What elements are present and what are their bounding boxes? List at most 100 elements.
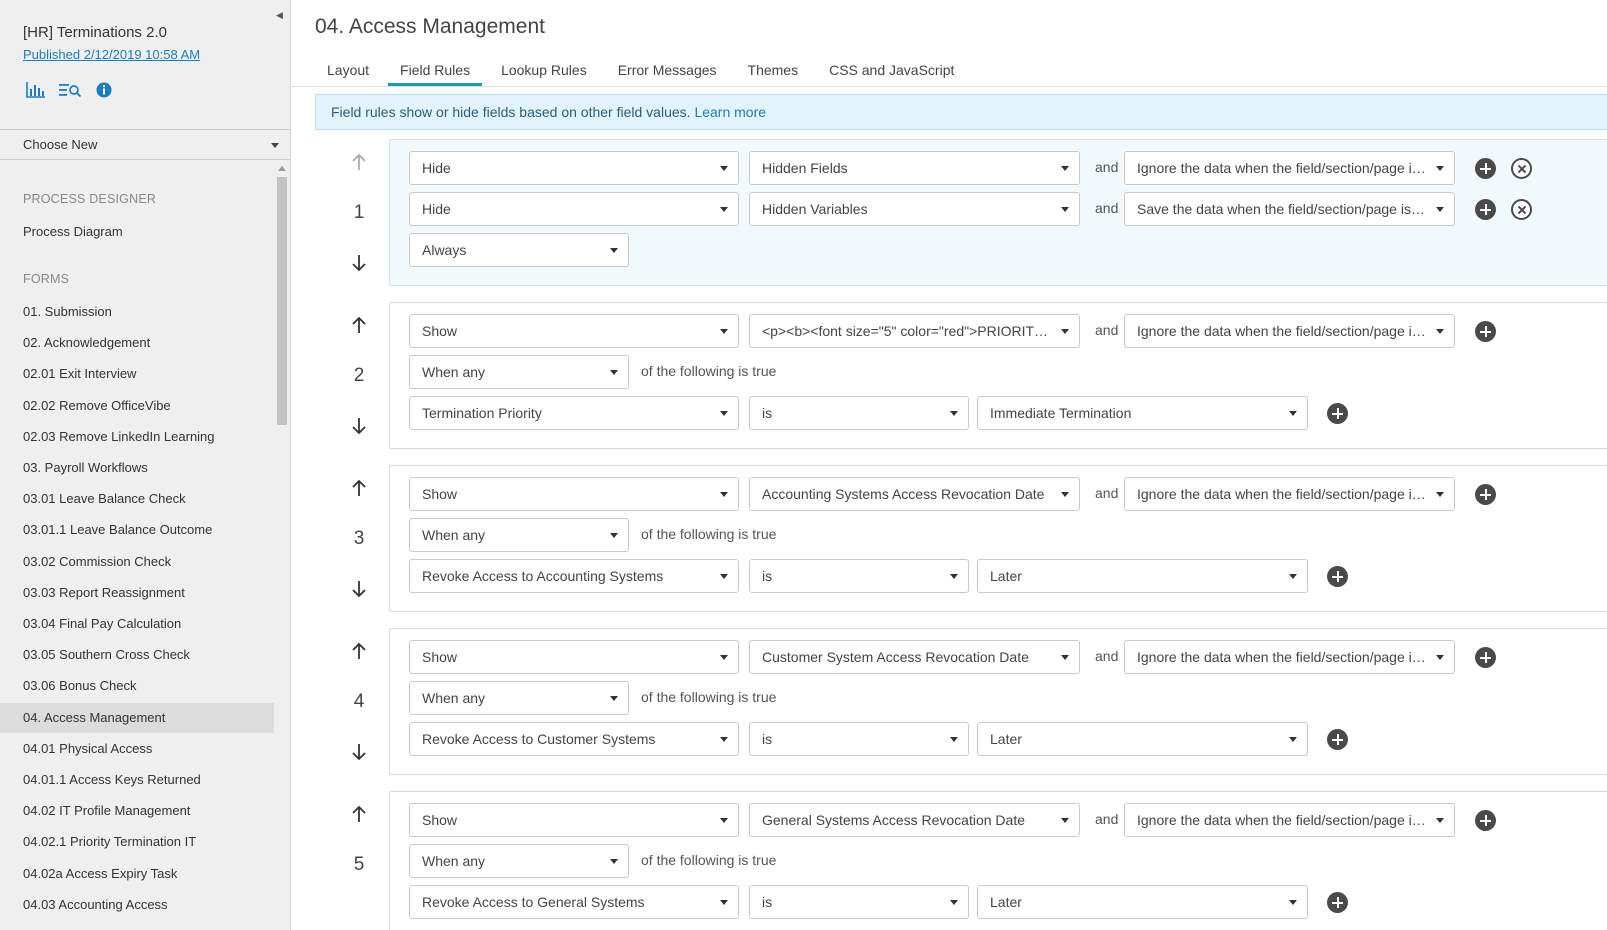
rule-data-option-select[interactable]: Ignore the data when the field/section/p… [1124,803,1455,837]
move-up-icon[interactable] [349,315,369,335]
tab-css-javascript[interactable]: CSS and JavaScript [817,58,966,86]
condition-operator-select[interactable]: is [749,885,969,919]
sidebar-item-form[interactable]: 02. Acknowledgement [0,328,274,358]
add-action-button[interactable] [1475,647,1496,668]
sidebar-item-form[interactable]: 04.02a Access Expiry Task [0,859,274,889]
condition-value-select[interactable]: Later [977,559,1308,593]
add-condition-button[interactable] [1327,403,1348,424]
rule-number: 1 [353,202,365,223]
published-link[interactable]: Published 2/12/2019 10:58 AM [23,47,200,62]
condition-operator-select[interactable]: is [749,722,969,756]
rule-action-select[interactable]: Show [409,803,739,837]
sidebar-item-form[interactable]: 03.02 Commission Check [0,547,274,577]
sidebar-scrollbar[interactable] [275,163,289,930]
sidebar-item-form[interactable]: 02.02 Remove OfficeVibe [0,391,274,421]
of-following-label: of the following is true [641,526,777,542]
rule-action-select[interactable]: Hide [409,151,739,185]
tab-layout[interactable]: Layout [315,58,381,86]
rule-data-option-select[interactable]: Ignore the data when the field/section/p… [1124,151,1455,185]
tab-themes[interactable]: Themes [736,58,811,86]
add-condition-button[interactable] [1327,566,1348,587]
scroll-up-icon[interactable] [278,166,286,171]
rule-action-select[interactable]: Hide [409,192,739,226]
sidebar-item-form[interactable]: 04.01.1 Access Keys Returned [0,765,274,795]
sidebar-item-form[interactable]: 03. Payroll Workflows [0,453,274,483]
sidebar-item-form[interactable]: 03.01.1 Leave Balance Outcome [0,515,274,545]
rule-data-option-select[interactable]: Save the data when the field/section/pag… [1124,192,1455,226]
tab-error-messages[interactable]: Error Messages [606,58,729,86]
sidebar-item-form[interactable]: 03.06 Bonus Check [0,671,274,701]
add-condition-button[interactable] [1327,729,1348,750]
sidebar-item-form[interactable]: 03.04 Final Pay Calculation [0,609,274,639]
move-down-icon[interactable] [349,253,369,273]
condition-value-select[interactable]: Later [977,722,1308,756]
rule-condition-mode-select[interactable]: When any [409,355,629,389]
rule-target-select[interactable]: Hidden Fields [749,151,1080,185]
condition-operator-select[interactable]: is [749,396,969,430]
move-down-icon[interactable] [349,416,369,436]
tab-field-rules[interactable]: Field Rules [388,58,483,86]
condition-operator-select[interactable]: is [749,559,969,593]
condition-value-select[interactable]: Immediate Termination [977,396,1308,430]
move-down-icon[interactable] [349,742,369,762]
rule-target-select[interactable]: Accounting Systems Access Revocation Dat… [749,477,1080,511]
main-content: 04. Access Management Layout Field Rules… [292,0,1607,930]
sidebar-item-active[interactable]: 04. Access Management [0,703,274,733]
remove-action-button[interactable] [1511,158,1532,179]
rule-target-select[interactable]: Customer System Access Revocation Date [749,640,1080,674]
rule-target-select[interactable]: <p><b><font size="5" color="red">PRIORIT… [749,314,1080,348]
rule-action-select[interactable]: Show [409,640,739,674]
add-action-button[interactable] [1475,321,1496,342]
sidebar-item-form[interactable]: 03.03 Report Reassignment [0,578,274,608]
sidebar-item-form[interactable]: 01. Submission [0,297,274,327]
tab-bar: Layout Field Rules Lookup Rules Error Me… [315,58,973,86]
sidebar-item-process-diagram[interactable]: Process Diagram [0,217,274,247]
sidebar-item-form[interactable]: 04.02.1 Priority Termination IT [0,827,274,857]
sidebar: ◀ [HR] Terminations 2.0 Published 2/12/2… [0,0,291,930]
sidebar-item-form[interactable]: 02.03 Remove LinkedIn Learning [0,422,274,452]
rule-action-select[interactable]: Show [409,314,739,348]
collapse-sidebar-icon[interactable]: ◀ [276,10,283,21]
rule-target-select[interactable]: General Systems Access Revocation Date [749,803,1080,837]
rule-condition-mode-select[interactable]: When any [409,518,629,552]
sidebar-item-form[interactable]: 04.01 Physical Access [0,734,274,764]
add-action-button[interactable] [1475,484,1496,505]
move-up-icon[interactable] [349,152,369,172]
add-condition-button[interactable] [1327,892,1348,913]
move-up-icon[interactable] [349,478,369,498]
rule-data-option-select[interactable]: Ignore the data when the field/section/p… [1124,314,1455,348]
rule-condition-mode-select[interactable]: When any [409,681,629,715]
move-up-icon[interactable] [349,804,369,824]
sidebar-item-form[interactable]: 04.02 IT Profile Management [0,796,274,826]
remove-action-button[interactable] [1511,199,1532,220]
bar-chart-icon[interactable] [25,80,47,100]
rule-data-option-select[interactable]: Ignore the data when the field/section/p… [1124,640,1455,674]
condition-field-select[interactable]: Revoke Access to General Systems [409,885,739,919]
sidebar-item-form[interactable]: 02.01 Exit Interview [0,359,274,389]
condition-field-select[interactable]: Termination Priority [409,396,739,430]
condition-field-select[interactable]: Revoke Access to Accounting Systems [409,559,739,593]
sidebar-item-form[interactable]: 03.05 Southern Cross Check [0,640,274,670]
sidebar-item-form[interactable]: 03.01 Leave Balance Check [0,484,274,514]
learn-more-link[interactable]: Learn more [694,104,766,120]
rule-condition-mode-select[interactable]: When any [409,844,629,878]
tab-lookup-rules[interactable]: Lookup Rules [489,58,599,86]
rule-condition-mode-select[interactable]: Always [409,233,629,267]
move-down-icon[interactable] [349,579,369,599]
scrollbar-thumb[interactable] [277,177,287,425]
rule-target-select[interactable]: Hidden Variables [749,192,1080,226]
add-action-button[interactable] [1475,810,1496,831]
info-icon[interactable] [93,80,115,100]
condition-field-select[interactable]: Revoke Access to Customer Systems [409,722,739,756]
add-action-button[interactable] [1475,199,1496,220]
choose-new-dropdown[interactable]: Choose New [0,130,290,160]
add-action-button[interactable] [1475,158,1496,179]
condition-value-select[interactable]: Later [977,885,1308,919]
rule-number: 4 [353,691,365,712]
rule-data-option-select[interactable]: Ignore the data when the field/section/p… [1124,477,1455,511]
chevron-down-icon [271,143,279,148]
search-list-icon[interactable] [59,80,81,100]
move-up-icon[interactable] [349,641,369,661]
rule-action-select[interactable]: Show [409,477,739,511]
sidebar-item-form[interactable]: 04.03 Accounting Access [0,890,274,920]
